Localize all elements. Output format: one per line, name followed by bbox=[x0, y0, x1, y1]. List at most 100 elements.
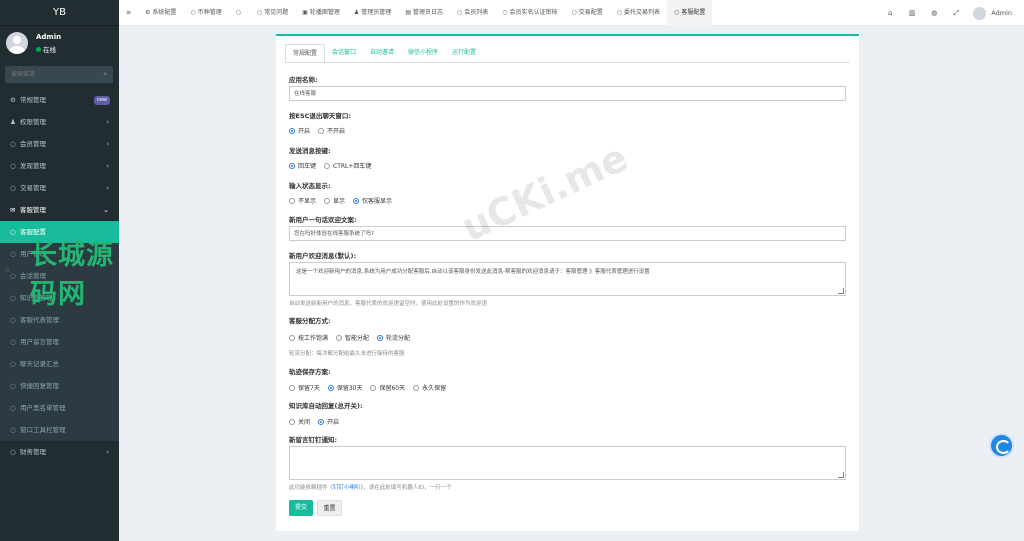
enter-radio[interactable]: 回车键 bbox=[289, 161, 316, 170]
cogs-icon: ⚙ bbox=[10, 96, 16, 104]
keep-30-radio[interactable]: 保留30天 bbox=[327, 383, 362, 392]
app-logo[interactable]: YB bbox=[0, 0, 119, 26]
sidebar-sub-label: 聊天记录汇总 bbox=[20, 360, 59, 368]
sidebar-item-general[interactable]: ⚙ 常规管理 new bbox=[0, 89, 119, 111]
sidebar-item-service[interactable]: ✉ 客服管理 ⌄ bbox=[0, 199, 119, 221]
typing-show-radio[interactable]: 显示 bbox=[324, 196, 345, 205]
kb-off-radio[interactable]: 关闭 bbox=[289, 417, 310, 426]
esc-on-radio[interactable]: 开启 bbox=[289, 126, 310, 135]
circle-icon: ○ bbox=[10, 228, 16, 236]
home-icon[interactable]: ⌂ bbox=[879, 9, 901, 17]
tab-general[interactable]: 常规配置 bbox=[285, 44, 326, 62]
radio-checked-icon bbox=[377, 334, 384, 341]
tab-carousel[interactable]: ▣ 轮播图管理 bbox=[295, 0, 347, 26]
tab-member-list[interactable]: ○ 会员列表 bbox=[450, 0, 495, 26]
typing-hide-radio[interactable]: 不显示 bbox=[289, 196, 316, 205]
radio-label: 关闭 bbox=[298, 419, 311, 426]
sidebar-item-members[interactable]: ○ 会员管理 ‹ bbox=[0, 133, 119, 155]
sidebar-sub-label: 快捷回复管理 bbox=[20, 382, 59, 390]
typing-radios: 不显示 显示 仅客服显示 bbox=[289, 196, 400, 205]
plugin-link[interactable]: 钉钉小喇叭 bbox=[333, 485, 361, 491]
tab-chat-window[interactable]: 会话窗口 bbox=[325, 44, 363, 62]
sidebar-sub-agents[interactable]: ○ 客服代表管理 bbox=[0, 309, 119, 331]
help-text: 此功能依赖插件《 bbox=[289, 485, 334, 491]
assign-roundrobin-radio[interactable]: 轮流分配 bbox=[377, 333, 410, 342]
welcome-textarea[interactable]: 这是一个欢迎新用户的消息,系统为用户成功分配客服后,自动以该客服身份发送此消息-… bbox=[289, 262, 846, 296]
sidebar-sub-quick-reply[interactable]: ○ 快捷回复管理 bbox=[0, 375, 119, 397]
online-dot-icon bbox=[36, 47, 41, 52]
tab-blank[interactable]: ○ bbox=[229, 0, 250, 26]
app-name-input[interactable]: 在线客服 bbox=[289, 86, 846, 101]
tab-admin[interactable]: ♟ 管理员管理 bbox=[347, 0, 398, 26]
sidebar-sub-blacklist[interactable]: ○ 用户黑名单管理 bbox=[0, 397, 119, 419]
typing-agent-radio[interactable]: 仅客服显示 bbox=[353, 196, 392, 205]
circle-icon: ○ bbox=[10, 448, 16, 456]
send-key-label: 发送消息按键: bbox=[289, 147, 331, 155]
menu-toggle-icon[interactable]: ≡ bbox=[119, 0, 138, 26]
fullscreen-icon[interactable]: ⤢ bbox=[945, 9, 967, 18]
submit-button[interactable]: 提交 bbox=[289, 500, 313, 516]
greeting-input[interactable]: 您在吗好体验在线客服系统了吗? bbox=[289, 226, 846, 241]
radio-label: 不显示 bbox=[298, 198, 317, 205]
user-panel: Admin 在线 bbox=[0, 26, 119, 62]
page-tabs: ≡ ⚙ 系统配置 ○ 币种管理 ○ ○ 常见问题 ▣ 轮播图管理 ♟ 管理员管理 ▤ 管理员… bbox=[119, 0, 713, 26]
globe-icon[interactable]: ◍ bbox=[923, 9, 945, 17]
search-icon[interactable]: ⌕ bbox=[103, 70, 107, 79]
keep-60-radio[interactable]: 保留60天 bbox=[370, 383, 405, 392]
send-key-radios: 回车键 CTRL+回车键 bbox=[289, 161, 379, 170]
ctrl-enter-radio[interactable]: CTRL+回车键 bbox=[324, 161, 371, 170]
sidebar-sub-label: 用户黑名单管理 bbox=[20, 404, 66, 412]
esc-off-radio[interactable]: 不开启 bbox=[318, 126, 345, 135]
circle-icon: ○ bbox=[10, 250, 16, 258]
watermark-text: 长城源码网 bbox=[30, 240, 114, 310]
tab-kyc[interactable]: ○ 会员实名认证审核 bbox=[495, 0, 564, 26]
circle-icon: ○ bbox=[10, 338, 16, 346]
tab-currency[interactable]: ○ 币种管理 bbox=[183, 0, 228, 26]
config-panel: 常规配置 会话窗口 自动邀请 微信小程序 运行配置 应用名称: 在线客服 按ES… bbox=[276, 34, 859, 531]
kb-on-radio[interactable]: 开启 bbox=[318, 417, 339, 426]
keep-7-radio[interactable]: 保留7天 bbox=[289, 383, 320, 392]
sidebar-sub-chatlog[interactable]: ○ 聊天记录汇总 bbox=[0, 353, 119, 375]
sidebar-item-trade[interactable]: ○ 交易管理 ‹ bbox=[0, 177, 119, 199]
tab-trade-config[interactable]: ○ 交易配置 bbox=[565, 0, 610, 26]
chat-bubble-icon[interactable] bbox=[989, 433, 1014, 458]
sidebar-item-auth[interactable]: ♟ 权限管理 ‹ bbox=[0, 111, 119, 133]
tab-runtime[interactable]: 运行配置 bbox=[445, 44, 483, 62]
tab-faq[interactable]: ○ 常见问题 bbox=[250, 0, 295, 26]
sidebar-item-discover[interactable]: ○ 发现管理 ‹ bbox=[0, 155, 119, 177]
tab-system-config[interactable]: ⚙ 系统配置 bbox=[138, 0, 183, 26]
assign-workload-radio[interactable]: 按工作饱满 bbox=[289, 333, 328, 342]
new-badge: new bbox=[93, 96, 110, 105]
assign-smart-radio[interactable]: 智能分配 bbox=[336, 333, 369, 342]
sidebar-sub-messages[interactable]: ○ 用户留言管理 bbox=[0, 331, 119, 353]
tab-orders[interactable]: ○ 委托交易列表 bbox=[610, 0, 667, 26]
tab-service-config[interactable]: ○ 客服配置 bbox=[667, 0, 713, 26]
topbar-user[interactable]: Admin bbox=[967, 6, 1024, 20]
reset-button[interactable]: 重置 bbox=[317, 500, 342, 516]
settings-icon[interactable]: ⚙ bbox=[4, 266, 10, 274]
greeting-label: 新用户一句话欢迎文案: bbox=[289, 216, 357, 224]
user-name: Admin bbox=[36, 33, 62, 41]
circle-icon: ○ bbox=[235, 9, 241, 16]
sidebar-sub-label: 客服代表管理 bbox=[20, 316, 59, 324]
circle-icon: ○ bbox=[10, 426, 16, 434]
assign-radios: 按工作饱满 智能分配 轮流分配 bbox=[289, 333, 418, 342]
sidebar-item-finance[interactable]: ○ 财务管理 ‹ bbox=[0, 441, 119, 463]
radio-icon bbox=[289, 418, 295, 425]
chevron-left-icon: ‹ bbox=[106, 118, 109, 126]
sidebar-sub-toolbar[interactable]: ○ 窗口工具栏管理 bbox=[0, 419, 119, 441]
circle-icon: ○ bbox=[616, 9, 623, 16]
esc-radios: 开启 不开启 bbox=[289, 126, 353, 135]
keep-forever-radio[interactable]: 永久保留 bbox=[413, 383, 446, 392]
tab-label: 管理员管理 bbox=[361, 9, 392, 16]
tab-auto-invite[interactable]: 自动邀请 bbox=[363, 44, 401, 62]
status-text: 在线 bbox=[43, 46, 56, 54]
tab-admin-log[interactable]: ▤ 管理员日志 bbox=[398, 0, 450, 26]
tab-label: 客服配置 bbox=[681, 9, 706, 16]
tab-label: 系统配置 bbox=[152, 9, 177, 16]
tab-wechat-miniapp[interactable]: 微信小程序 bbox=[401, 44, 445, 62]
radio-icon bbox=[318, 127, 325, 134]
ding-textarea[interactable] bbox=[289, 446, 846, 480]
search-input[interactable] bbox=[5, 66, 95, 83]
trash-icon[interactable]: ▥ bbox=[901, 9, 923, 17]
